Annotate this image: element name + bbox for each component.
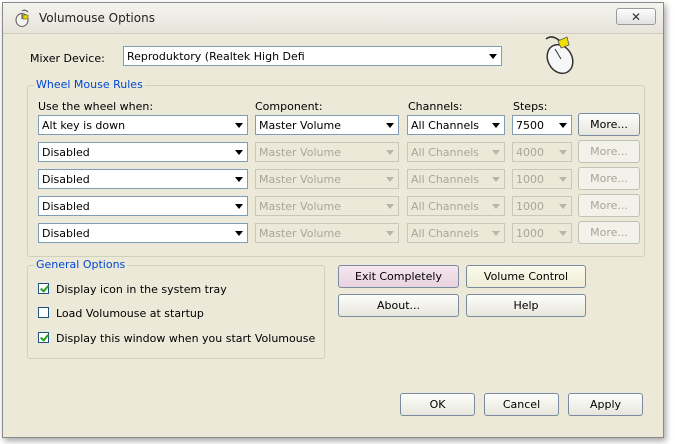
rule-5-channels-value: All Channels	[411, 227, 480, 240]
rule-2-steps-select: 4000	[512, 142, 572, 162]
rule-2-steps-value: 4000	[516, 146, 544, 159]
exit-completely-button[interactable]: Exit Completely	[338, 265, 459, 288]
rule-4-steps-value: 1000	[516, 200, 544, 213]
options-window: Volumouse Options ✕ Mixer Device: Reprod…	[2, 2, 664, 438]
rule-5-steps-value: 1000	[516, 227, 544, 240]
header-use-wheel-when: Use the wheel when:	[38, 100, 154, 113]
chevron-down-icon	[382, 171, 397, 187]
rule-4-component-value: Master Volume	[259, 200, 341, 213]
rule-1-channels-value: All Channels	[411, 119, 480, 132]
rule-3-when-select[interactable]: Disabled	[38, 169, 248, 189]
header-channels: Channels:	[408, 100, 463, 113]
rule-1-channels-select[interactable]: All Channels	[407, 115, 505, 135]
volume-control-button[interactable]: Volume Control	[466, 265, 586, 288]
rule-5-when-value: Disabled	[42, 227, 90, 240]
close-button[interactable]: ✕	[616, 8, 656, 25]
rule-2-when-value: Disabled	[42, 146, 90, 159]
chevron-down-icon[interactable]	[231, 225, 246, 241]
rule-3-component-value: Master Volume	[259, 173, 341, 186]
rule-3-channels-select: All Channels	[407, 169, 505, 189]
tray-icon-checkbox[interactable]	[38, 283, 49, 294]
mixer-device-select[interactable]: Reproduktory (Realtek High Defi	[123, 46, 502, 66]
wheel-mouse-rules-title: Wheel Mouse Rules	[34, 78, 145, 91]
header-steps: Steps:	[513, 100, 548, 113]
chevron-down-icon[interactable]	[555, 117, 570, 133]
load-at-startup-label: Load Volumouse at startup	[56, 307, 204, 320]
tray-icon-label: Display icon in the system tray	[56, 283, 227, 296]
chevron-down-icon	[555, 171, 570, 187]
rule-4-channels-value: All Channels	[411, 200, 480, 213]
rule-1-steps-value: 7500	[516, 119, 544, 132]
rule-3-steps-select: 1000	[512, 169, 572, 189]
rule-4-component-select: Master Volume	[255, 196, 399, 216]
rule-5-more-button: More...	[578, 221, 640, 244]
rule-4-when-value: Disabled	[42, 200, 90, 213]
chevron-down-icon	[382, 198, 397, 214]
load-at-startup-checkbox[interactable]	[38, 307, 49, 318]
rule-5-steps-select: 1000	[512, 223, 572, 243]
chevron-down-icon	[382, 144, 397, 160]
apply-button[interactable]: Apply	[568, 393, 643, 416]
mixer-device-value: Reproduktory (Realtek High Defi	[127, 50, 305, 63]
rule-2-when-select[interactable]: Disabled	[38, 142, 248, 162]
rule-4-when-select[interactable]: Disabled	[38, 196, 248, 216]
rule-1-component-select[interactable]: Master Volume	[255, 115, 399, 135]
chevron-down-icon[interactable]	[231, 117, 246, 133]
chevron-down-icon	[488, 198, 503, 214]
rule-1-when-select[interactable]: Alt key is down	[38, 115, 248, 135]
rule-2-more-button: More...	[578, 140, 640, 163]
rule-5-when-select[interactable]: Disabled	[38, 223, 248, 243]
title-bar: Volumouse Options ✕	[3, 3, 663, 34]
header-component: Component:	[255, 100, 323, 113]
rule-1-more-button[interactable]: More...	[578, 113, 640, 136]
rule-3-more-button: More...	[578, 167, 640, 190]
rule-1-steps-select[interactable]: 7500	[512, 115, 572, 135]
chevron-down-icon	[488, 144, 503, 160]
rule-2-channels-select: All Channels	[407, 142, 505, 162]
rule-5-channels-select: All Channels	[407, 223, 505, 243]
chevron-down-icon[interactable]	[231, 198, 246, 214]
chevron-down-icon	[555, 144, 570, 160]
chevron-down-icon[interactable]	[231, 171, 246, 187]
rule-2-component-value: Master Volume	[259, 146, 341, 159]
rule-1-when-value: Alt key is down	[42, 119, 126, 132]
show-window-checkbox[interactable]	[38, 332, 49, 343]
chevron-down-icon[interactable]	[485, 48, 500, 64]
rule-3-channels-value: All Channels	[411, 173, 480, 186]
chevron-down-icon[interactable]	[382, 117, 397, 133]
rule-3-when-value: Disabled	[42, 173, 90, 186]
chevron-down-icon	[382, 225, 397, 241]
rule-5-component-select: Master Volume	[255, 223, 399, 243]
cancel-button[interactable]: Cancel	[484, 393, 559, 416]
chevron-down-icon[interactable]	[488, 117, 503, 133]
window-title: Volumouse Options	[39, 11, 155, 25]
rule-2-channels-value: All Channels	[411, 146, 480, 159]
rule-2-component-select: Master Volume	[255, 142, 399, 162]
chevron-down-icon	[488, 171, 503, 187]
chevron-down-icon	[488, 225, 503, 241]
rule-3-steps-value: 1000	[516, 173, 544, 186]
help-button[interactable]: Help	[466, 294, 586, 317]
chevron-down-icon	[555, 225, 570, 241]
rule-4-channels-select: All Channels	[407, 196, 505, 216]
volumouse-app-icon	[15, 9, 29, 27]
rule-3-component-select: Master Volume	[255, 169, 399, 189]
general-options-title: General Options	[34, 258, 128, 271]
rule-4-more-button: More...	[578, 194, 640, 217]
mixer-device-label: Mixer Device:	[30, 52, 105, 65]
chevron-down-icon	[555, 198, 570, 214]
show-window-label: Display this window when you start Volum…	[56, 332, 316, 345]
chevron-down-icon[interactable]	[231, 144, 246, 160]
rule-4-steps-select: 1000	[512, 196, 572, 216]
rule-5-component-value: Master Volume	[259, 227, 341, 240]
mouse-icon	[545, 36, 574, 75]
rule-1-component-value: Master Volume	[259, 119, 341, 132]
about-button[interactable]: About...	[338, 294, 459, 317]
ok-button[interactable]: OK	[400, 393, 475, 416]
